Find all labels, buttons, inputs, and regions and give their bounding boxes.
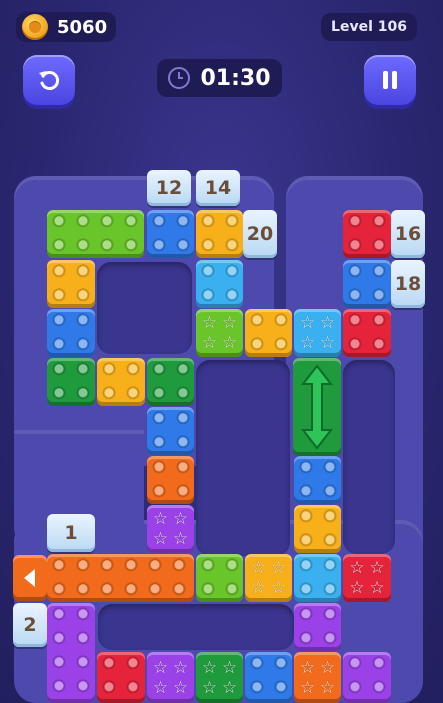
timer: 01:30 — [157, 59, 282, 97]
star-icon: ☆ — [172, 677, 189, 698]
block-red-star[interactable]: ☆ ☆ ☆ ☆ — [343, 554, 391, 602]
star-icon: ☆ — [250, 558, 267, 578]
block-purple-star[interactable]: ☆ ☆ ☆ ☆ — [147, 652, 194, 703]
number-tile-16[interactable]: 16 — [391, 210, 425, 258]
star-icon: ☆ — [221, 333, 238, 353]
block-blue[interactable] — [147, 210, 194, 258]
star-icon: ☆ — [201, 333, 218, 353]
coin-counter: 5060 — [16, 12, 116, 42]
star-icon: ☆ — [299, 677, 316, 698]
star-icon: ☆ — [319, 313, 336, 333]
block-orange[interactable] — [147, 456, 194, 504]
block-yellow[interactable] — [47, 260, 95, 308]
board-hole-right — [343, 360, 395, 554]
block-orange[interactable] — [47, 554, 194, 602]
block-green-star[interactable]: ☆ ☆ ☆ ☆ — [196, 309, 243, 357]
vertical-arrow-icon — [300, 364, 334, 450]
star-icon: ☆ — [349, 558, 365, 578]
block-light-blue[interactable] — [294, 554, 341, 602]
block-orange-arrow[interactable] — [13, 555, 47, 601]
block-red[interactable] — [343, 309, 391, 357]
block-blue[interactable] — [47, 309, 95, 357]
block-green-arrow[interactable] — [293, 358, 341, 456]
block-light-blue-star[interactable]: ☆ ☆ ☆ ☆ — [294, 309, 341, 357]
block-yellow[interactable] — [294, 505, 341, 553]
star-icon: ☆ — [152, 657, 169, 678]
block-dark-green-star[interactable]: ☆ ☆ ☆ ☆ — [196, 652, 243, 703]
star-icon: ☆ — [319, 677, 336, 698]
star-icon: ☆ — [152, 677, 169, 698]
star-icon: ☆ — [172, 657, 189, 678]
star-icon: ☆ — [250, 578, 267, 598]
block-blue[interactable] — [294, 456, 341, 504]
coin-icon — [22, 14, 48, 40]
block-dark-green[interactable] — [47, 358, 95, 406]
block-purple-star[interactable]: ☆ ☆ ☆ ☆ — [147, 505, 194, 553]
star-icon: ☆ — [152, 509, 169, 529]
block-yellow[interactable] — [196, 210, 243, 258]
arrow-left-icon — [24, 569, 35, 587]
coin-count: 5060 — [57, 17, 108, 38]
clock-icon — [168, 67, 191, 89]
star-icon: ☆ — [270, 558, 287, 578]
undo-icon — [39, 71, 60, 90]
star-icon: ☆ — [299, 313, 316, 333]
block-yellow-star[interactable]: ☆ ☆ ☆ ☆ — [245, 554, 292, 602]
star-icon: ☆ — [172, 529, 189, 549]
block-dark-green[interactable] — [147, 358, 194, 406]
star-icon: ☆ — [369, 558, 385, 578]
block-green[interactable] — [47, 210, 144, 258]
block-blue[interactable] — [147, 407, 194, 455]
star-icon: ☆ — [172, 509, 189, 529]
star-icon: ☆ — [221, 657, 238, 678]
star-icon: ☆ — [201, 677, 218, 698]
board-hole-bottom — [98, 604, 294, 650]
star-icon: ☆ — [201, 657, 218, 678]
star-icon: ☆ — [299, 657, 316, 678]
block-blue[interactable] — [245, 652, 292, 703]
undo-button[interactable] — [23, 55, 75, 105]
number-tile-12[interactable]: 12 — [147, 170, 191, 206]
block-yellow[interactable] — [245, 309, 292, 357]
number-tile-14[interactable]: 14 — [196, 170, 240, 206]
block-orange-star[interactable]: ☆ ☆ ☆ ☆ — [294, 652, 341, 703]
star-icon: ☆ — [319, 333, 336, 353]
level-label: Level 106 — [321, 13, 417, 41]
timer-value: 01:30 — [200, 65, 271, 91]
pause-button[interactable] — [364, 55, 416, 105]
number-tile-2[interactable]: 2 — [13, 603, 47, 647]
star-icon: ☆ — [349, 578, 365, 598]
star-icon: ☆ — [152, 529, 169, 549]
star-icon: ☆ — [221, 313, 238, 333]
block-blue[interactable] — [343, 260, 391, 308]
block-red[interactable] — [97, 652, 145, 703]
board-hole-middle — [196, 360, 290, 556]
block-yellow[interactable] — [97, 358, 145, 406]
star-icon: ☆ — [299, 333, 316, 353]
number-tile-20[interactable]: 20 — [243, 210, 277, 258]
board-hole-center — [97, 262, 192, 354]
star-icon: ☆ — [319, 657, 336, 678]
star-icon: ☆ — [369, 578, 385, 598]
number-tile-1[interactable]: 1 — [47, 514, 95, 552]
block-purple[interactable] — [47, 603, 95, 703]
block-green[interactable] — [196, 554, 243, 602]
block-red[interactable] — [343, 210, 391, 258]
star-icon: ☆ — [201, 313, 218, 333]
block-light-blue[interactable] — [196, 260, 243, 308]
block-purple[interactable] — [343, 652, 391, 703]
number-tile-18[interactable]: 18 — [391, 260, 425, 308]
block-purple[interactable] — [294, 603, 341, 651]
star-icon: ☆ — [221, 677, 238, 698]
pause-icon — [383, 71, 397, 89]
star-icon: ☆ — [270, 578, 287, 598]
